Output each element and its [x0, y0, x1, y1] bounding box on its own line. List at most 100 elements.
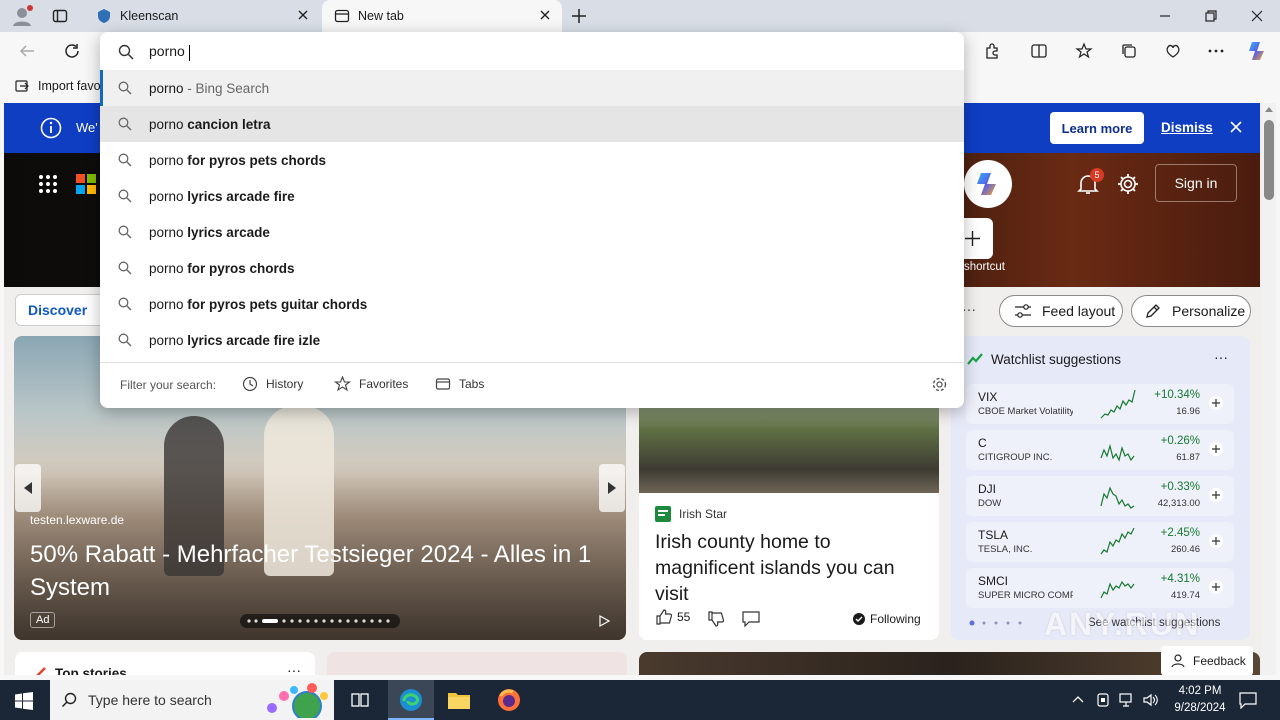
feed-layout-button[interactable]: Feed layout [999, 295, 1123, 327]
volume-icon[interactable] [1142, 692, 1158, 708]
add-to-watchlist-icon[interactable] [1208, 579, 1224, 595]
carousel-dots[interactable] [240, 614, 400, 628]
top-stories-more-icon[interactable]: ··· [287, 662, 301, 675]
search-icon [118, 153, 132, 167]
search-settings-gear-icon[interactable] [931, 376, 948, 393]
tab-new-tab[interactable]: New tab [322, 0, 562, 32]
ad-choices-icon[interactable] [598, 615, 610, 627]
filter-history-button[interactable]: History [242, 376, 303, 392]
address-input[interactable]: porno [149, 40, 939, 64]
add-to-watchlist-icon[interactable] [1208, 441, 1224, 457]
stock-row[interactable]: C CITIGROUP INC. +0.26% 61.87 [966, 430, 1234, 470]
filter-favorites-button[interactable]: Favorites [334, 376, 408, 392]
tray-chevron-up-icon[interactable] [1072, 694, 1084, 704]
following-label: Following [870, 612, 921, 626]
news-source: Irish Star [679, 507, 728, 521]
add-to-watchlist-icon[interactable] [1208, 487, 1224, 503]
close-tab-icon[interactable] [538, 8, 552, 22]
stock-name: CBOE Market Volatility In... [978, 406, 1073, 417]
news-headline[interactable]: Irish county home to magnificent islands… [655, 529, 925, 607]
edge-taskbar-button[interactable] [388, 680, 434, 720]
clock-time[interactable]: 4:02 PM [1174, 685, 1226, 697]
stock-row[interactable]: SMCI SUPER MICRO COMPUTE... +4.31% 419.7… [966, 568, 1234, 608]
suggestion-completion: lyrics arcade [187, 225, 270, 240]
suggestion-prefix: porno [149, 117, 188, 132]
profile-avatar-icon[interactable] [10, 4, 34, 28]
close-banner-icon[interactable] [1229, 120, 1243, 134]
suggestion-prefix: porno [149, 333, 188, 348]
sign-in-button[interactable]: Sign in [1155, 164, 1237, 202]
suggestion-item[interactable]: porno - Bing Search [100, 70, 964, 106]
new-tab-favicon-icon [334, 8, 350, 24]
copilot-button[interactable] [964, 160, 1012, 208]
carousel-next-button[interactable] [599, 464, 625, 512]
suggestion-item[interactable]: porno for pyros pets chords [100, 142, 964, 178]
suggestion-item[interactable]: porno lyrics arcade fire izle [100, 322, 964, 358]
comment-icon[interactable] [742, 611, 760, 627]
tab-actions-icon[interactable] [52, 8, 68, 24]
search-icon [61, 692, 77, 708]
like-button[interactable]: 55 [655, 608, 690, 626]
windows-start-icon[interactable] [15, 692, 33, 710]
back-icon[interactable] [18, 42, 36, 60]
stock-row[interactable]: VIX CBOE Market Volatility In... +10.34%… [966, 384, 1234, 424]
refresh-icon[interactable] [63, 42, 81, 60]
page-scrollbar[interactable] [1262, 103, 1276, 675]
stock-row[interactable]: DJI DOW +0.33% 42,313.00 [966, 476, 1234, 516]
feed-card[interactable] [327, 652, 627, 675]
feed-headline[interactable]: 50% Rabatt - Mehrfacher Testsieger 2024 … [30, 538, 620, 604]
security-tray-icon[interactable] [1096, 692, 1110, 708]
feedback-button[interactable]: Feedback [1161, 646, 1253, 675]
discover-tab[interactable]: Discover [15, 294, 107, 326]
extensions-icon[interactable] [983, 42, 1001, 60]
personalize-button[interactable]: Personalize [1131, 295, 1251, 327]
browser-essentials-icon[interactable] [1164, 42, 1182, 60]
firefox-icon[interactable] [497, 688, 521, 712]
suggestion-item[interactable]: porno lyrics arcade fire [100, 178, 964, 214]
suggestion-item[interactable]: porno for pyros pets guitar chords [100, 286, 964, 322]
file-explorer-icon[interactable] [447, 689, 471, 711]
learn-more-button[interactable]: Learn more [1050, 112, 1144, 144]
carousel-prev-button[interactable] [15, 464, 41, 512]
network-icon[interactable] [1119, 692, 1135, 708]
taskbar-search-box[interactable]: Type here to search [50, 680, 334, 720]
notification-center-icon[interactable] [1239, 691, 1257, 709]
more-options-icon[interactable]: ··· [962, 301, 976, 317]
add-to-watchlist-icon[interactable] [1208, 395, 1224, 411]
like-count: 55 [677, 610, 691, 624]
tab-kleenscan[interactable]: Kleenscan [84, 0, 320, 32]
apps-grid-icon[interactable] [38, 174, 58, 194]
favorites-star-icon[interactable] [1075, 42, 1093, 60]
stock-symbol: SMCI [978, 574, 1008, 588]
collections-icon[interactable] [1120, 42, 1138, 60]
new-tab-plus-icon[interactable] [570, 7, 588, 25]
dismiss-link[interactable]: Dismiss [1161, 120, 1213, 135]
split-screen-icon[interactable] [1030, 42, 1048, 60]
more-menu-icon[interactable] [1207, 42, 1225, 60]
filter-tabs-button[interactable]: Tabs [435, 376, 484, 392]
close-tab-icon[interactable] [296, 8, 310, 22]
watchlist-pager-dots[interactable] [968, 619, 1028, 627]
address-input-value: porno [149, 43, 189, 59]
minimize-icon[interactable] [1157, 8, 1173, 24]
suggestion-item[interactable]: porno cancion letra [100, 106, 964, 142]
watchlist-more-icon[interactable]: ··· [1214, 349, 1228, 365]
search-highlight-icon [262, 682, 332, 718]
suggestion-item[interactable]: porno for pyros chords [100, 250, 964, 286]
import-favorites-button[interactable]: Import favo [14, 78, 101, 94]
restore-icon[interactable] [1203, 8, 1219, 24]
feed-layout-label: Feed layout [1042, 303, 1116, 319]
copilot-icon[interactable] [1246, 39, 1270, 63]
task-view-icon[interactable] [351, 691, 369, 709]
stock-change: +2.45% [1160, 527, 1200, 539]
add-to-watchlist-icon[interactable] [1208, 533, 1224, 549]
scrollbar-thumb[interactable] [1264, 120, 1274, 200]
following-status[interactable]: Following [853, 612, 921, 626]
clock-date[interactable]: 9/28/2024 [1166, 702, 1234, 714]
settings-gear-icon[interactable] [1116, 172, 1140, 196]
suggestion-item[interactable]: porno lyrics arcade [100, 214, 964, 250]
suggestion-completion: cancion letra [187, 117, 271, 132]
thumbs-down-icon[interactable] [707, 610, 725, 628]
close-window-icon[interactable] [1249, 8, 1265, 24]
stock-row[interactable]: TSLA TESLA, INC. +2.45% 260.46 [966, 522, 1234, 562]
